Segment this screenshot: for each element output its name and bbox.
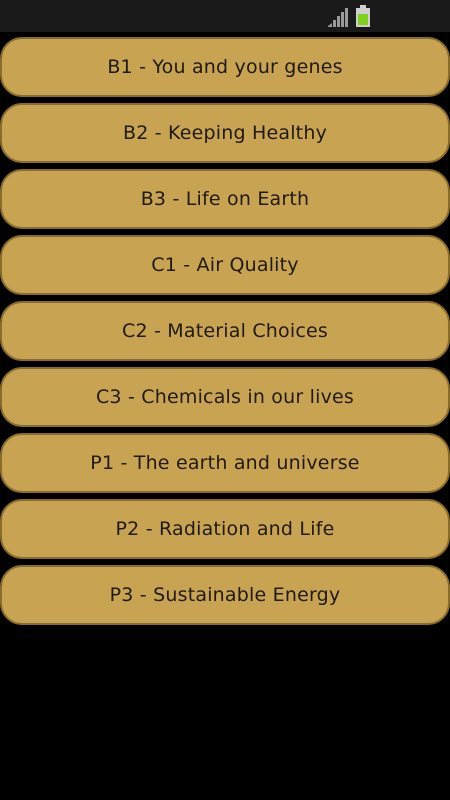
topic-button-p1[interactable]: P1 - The earth and universe <box>0 433 450 493</box>
status-bar <box>0 0 450 32</box>
battery-charging-icon <box>356 5 370 27</box>
topic-button-c1[interactable]: C1 - Air Quality <box>0 235 450 295</box>
topic-button-label: P2 - Radiation and Life <box>115 518 335 540</box>
topic-button-c3[interactable]: C3 - Chemicals in our lives <box>0 367 450 427</box>
topic-button-label: C1 - Air Quality <box>151 254 299 276</box>
topic-button-b2[interactable]: B2 - Keeping Healthy <box>0 103 450 163</box>
app-screen: B1 - You and your genes B2 - Keeping Hea… <box>0 0 450 800</box>
topic-button-label: B1 - You and your genes <box>107 56 343 78</box>
topic-button-label: B2 - Keeping Healthy <box>122 122 328 144</box>
topic-button-p3[interactable]: P3 - Sustainable Energy <box>0 565 450 625</box>
topic-button-label: C3 - Chemicals in our lives <box>95 386 355 408</box>
topic-menu-list: B1 - You and your genes B2 - Keeping Hea… <box>0 37 450 631</box>
topic-button-c2[interactable]: C2 - Material Choices <box>0 301 450 361</box>
topic-button-label: B3 - Life on Earth <box>140 188 310 210</box>
topic-button-label: P3 - Sustainable Energy <box>109 584 341 606</box>
topic-button-b3[interactable]: B3 - Life on Earth <box>0 169 450 229</box>
topic-button-b1[interactable]: B1 - You and your genes <box>0 37 450 97</box>
topic-button-label: C2 - Material Choices <box>122 320 328 342</box>
topic-button-p2[interactable]: P2 - Radiation and Life <box>0 499 450 559</box>
signal-strength-icon <box>328 8 348 27</box>
topic-button-label: P1 - The earth and universe <box>90 452 360 474</box>
